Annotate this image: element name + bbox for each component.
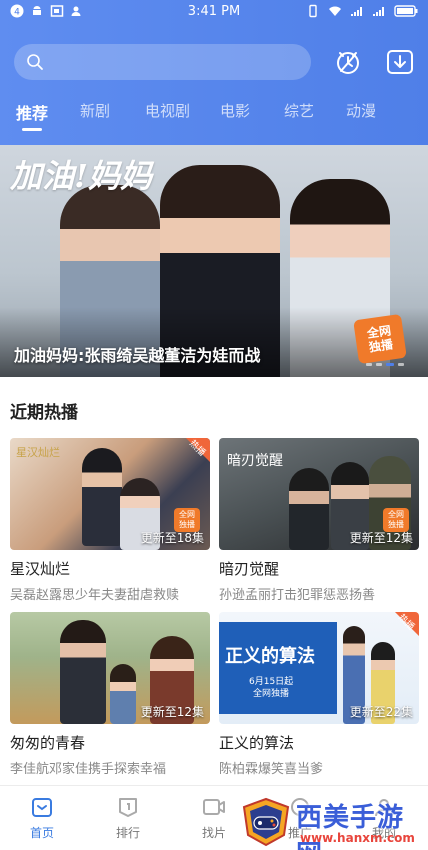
pagination-dot — [366, 363, 372, 366]
nav-home[interactable]: 首页 — [12, 796, 72, 841]
history-icon[interactable] — [334, 48, 362, 76]
search-icon — [27, 54, 43, 70]
show-name: 暗刃觉醒 — [219, 560, 280, 578]
status-bar: 4 3:41 PM — [0, 0, 428, 24]
episode-count: 更新至18集 — [140, 531, 204, 545]
exclusive-badge: 全网 独播 — [353, 313, 407, 365]
thumb-person — [60, 620, 106, 724]
banner-brand-logo: 加油!妈妈 — [10, 157, 153, 195]
thumb-person — [82, 448, 122, 546]
show-thumbnail: 暗刃觉醒 全网 独播 更新至12集 — [219, 438, 419, 550]
download-icon[interactable] — [386, 48, 414, 76]
gamepad-shield-logo — [242, 797, 290, 847]
hot-badge: 热播 — [176, 438, 210, 472]
tab-tv-series[interactable]: 电视剧 — [145, 100, 190, 121]
show-thumbnail: 星汉灿烂 热播 全网 独播 更新至18集 — [10, 438, 210, 550]
battery-icon — [394, 5, 418, 17]
show-name: 星汉灿烂 — [10, 560, 71, 578]
nav-ranking-label: 排行 — [115, 826, 140, 840]
signal-icon — [351, 7, 362, 16]
tab-new-drama[interactable]: 新剧 — [80, 100, 110, 121]
watermark-url: www.hanxm.com — [300, 831, 415, 845]
show-description: 孙逊孟丽打击犯罪惩恶扬善 — [219, 588, 376, 603]
episode-count: 更新至22集 — [349, 705, 413, 719]
show-card-2[interactable]: 暗刃觉醒 全网 独播 更新至12集 暗刃觉醒 孙逊孟丽打击犯罪惩恶扬善 — [219, 438, 419, 603]
pagination-dot — [376, 363, 382, 366]
pagination-dot — [398, 363, 404, 366]
thumb-art-text: 正义的算法 — [225, 646, 315, 667]
banner-title: 加油妈妈:张雨绮吴越董洁为娃而战 — [14, 346, 261, 365]
active-tab-indicator — [22, 128, 42, 131]
thumb-sub-text: 全网独播 — [253, 689, 290, 699]
home-icon — [32, 798, 52, 817]
thumb-art-text: 星汉灿烂 — [16, 446, 60, 459]
ranking-icon — [119, 798, 137, 817]
banner-pagination — [366, 363, 404, 366]
show-description: 李佳航邓家佳携手探索幸福 — [10, 762, 167, 777]
section-title: 近期热播 — [10, 403, 78, 423]
tab-recommend[interactable]: 推荐 — [16, 100, 48, 124]
site-watermark: 西美手游网 www.hanxm.com — [238, 795, 428, 850]
tab-anime[interactable]: 动漫 — [346, 100, 376, 121]
show-name: 匆匆的青春 — [10, 734, 86, 752]
nav-home-label: 首页 — [29, 826, 54, 840]
nav-discover[interactable]: 找片 — [184, 796, 244, 841]
featured-banner[interactable]: 加油!妈妈 全网 独播 加油妈妈:张雨绮吴越董洁为娃而战 — [0, 145, 428, 377]
show-card-1[interactable]: 星汉灿烂 热播 全网 独播 更新至18集 星汉灿烂 吴磊赵露思少年夫妻甜虐救赎 — [10, 438, 210, 603]
status-right-icons — [306, 4, 418, 18]
category-tabs: 推荐 新剧 电视剧 电影 综艺 动漫 — [0, 96, 428, 136]
pagination-dot-active — [386, 363, 394, 366]
show-name: 正义的算法 — [219, 734, 295, 752]
search-input[interactable] — [14, 44, 311, 80]
episode-count: 更新至12集 — [349, 531, 413, 545]
show-thumbnail: 正义的算法 6月15日起 全网独播 热播 更新至22集 — [219, 612, 419, 724]
tab-movie[interactable]: 电影 — [220, 100, 250, 121]
thumb-person — [289, 468, 329, 550]
show-description: 陈柏霖爆笑喜当爹 — [219, 762, 324, 777]
nav-ranking[interactable]: 排行 — [98, 796, 158, 841]
poster-panel — [219, 622, 337, 714]
video-icon — [203, 799, 225, 815]
hot-badge: 热播 — [385, 612, 419, 646]
wifi-icon — [329, 6, 341, 16]
vibrate-icon — [309, 4, 317, 18]
episode-count: 更新至12集 — [140, 705, 204, 719]
signal-icon-2 — [373, 7, 384, 16]
header: 4 3:41 PM 推荐 新剧 电视剧 电影 综艺 动漫 — [0, 0, 428, 145]
thumb-person — [110, 664, 136, 724]
show-card-4[interactable]: 正义的算法 6月15日起 全网独播 热播 更新至22集 正义的算法 陈柏霖爆笑喜… — [219, 612, 419, 777]
tab-variety[interactable]: 综艺 — [284, 100, 314, 121]
show-description: 吴磊赵露思少年夫妻甜虐救赎 — [10, 588, 180, 603]
show-card-3[interactable]: 更新至12集 匆匆的青春 李佳航邓家佳携手探索幸福 — [10, 612, 210, 777]
nav-discover-label: 找片 — [201, 826, 226, 840]
exclusive-badge-line2: 独播 — [368, 337, 394, 355]
show-thumbnail: 更新至12集 — [10, 612, 210, 724]
thumb-art-text: 暗刃觉醒 — [227, 453, 283, 469]
